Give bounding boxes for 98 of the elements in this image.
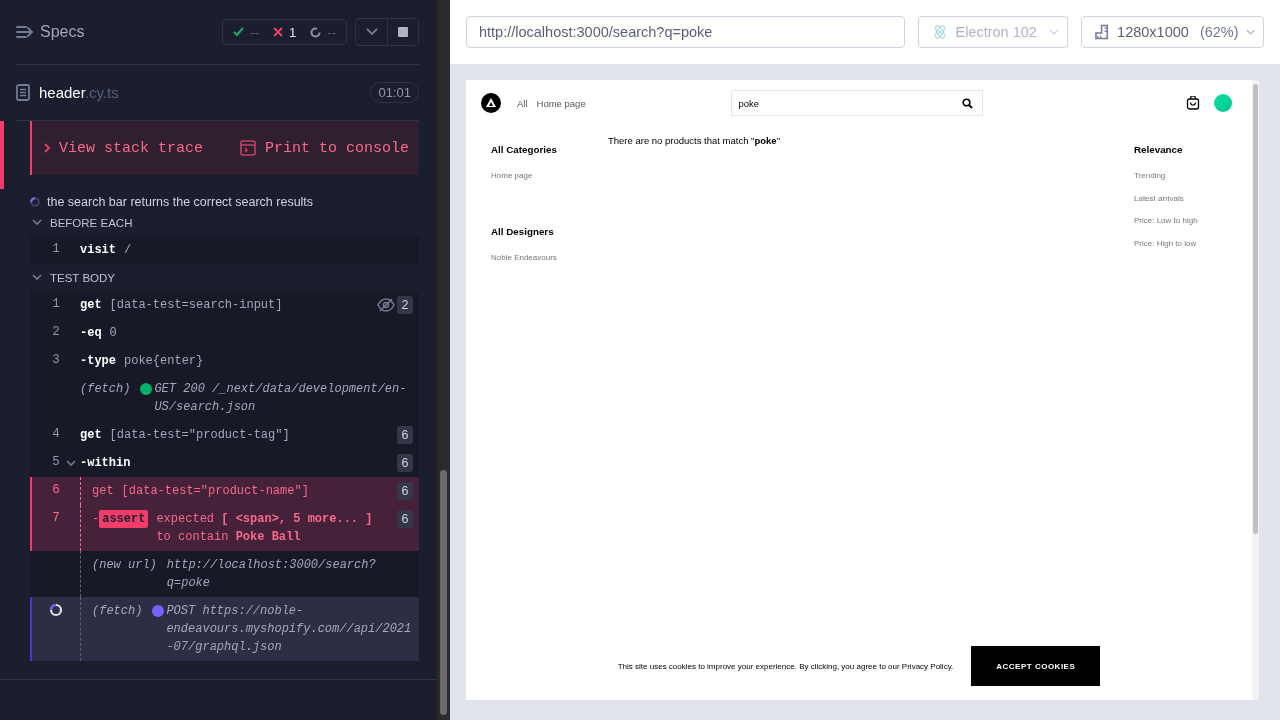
count-badge: 6 <box>397 454 413 472</box>
command-message: poke{enter} <box>124 353 205 370</box>
command-row[interactable]: 2 -eq 0 <box>30 319 419 347</box>
cookie-notice: This site uses cookies to improve your experience. By clicking, you agree to our Privacy Policy. <box>617 661 954 671</box>
command-message: [data-test="product-tag"] <box>109 427 291 444</box>
passed-count: -- <box>250 24 260 40</box>
sort-link[interactable]: Latest arrivals <box>1134 193 1252 204</box>
count-badge: 6 <box>397 510 413 528</box>
pending-count: -- <box>327 24 336 40</box>
command-name: visit <box>80 242 116 259</box>
filter-heading: All Categories <box>491 144 558 156</box>
chevron-down-icon <box>365 28 378 36</box>
command-row[interactable]: 5 -within 6 <box>30 449 419 477</box>
spec-file-name: header.cy.ts <box>39 84 119 101</box>
command-message: / <box>124 242 133 259</box>
view-stack-trace-button[interactable]: View stack trace <box>44 139 204 157</box>
hook-header[interactable]: BEFORE EACH <box>30 209 133 236</box>
nav-link[interactable]: All <box>517 97 528 109</box>
accept-cookies-button[interactable]: ACCEPT COOKIES <box>971 646 1101 686</box>
specs-button[interactable]: Specs <box>16 23 85 41</box>
command-prefix: - <box>80 325 88 342</box>
command-message: expected [ <span>, 5 more... ] to contain Poke Ball <box>156 511 374 546</box>
command-name: type <box>87 353 116 370</box>
line-number: 1 <box>52 297 60 311</box>
url-field: http://localhost:3000/search?q=poke <box>466 16 906 48</box>
hook-header[interactable]: TEST BODY <box>30 264 115 291</box>
command-row[interactable]: (fetch) POST https://noble-endeavours.myshopify.com//api/2021-07/graphql.json <box>30 597 419 661</box>
search-icon <box>961 97 973 109</box>
passed-icon <box>233 27 245 37</box>
chevron-down-icon <box>1049 29 1059 35</box>
stop-icon <box>398 27 408 37</box>
command-row[interactable]: (fetch) GET 200 /_next/data/development/en-US/search.json <box>30 375 419 421</box>
command-message: [data-test=search-input] <box>109 297 284 314</box>
filter-heading: All Designers <box>491 226 555 238</box>
viewport-dropdown[interactable]: 1280x1000 (62%) <box>1081 16 1264 48</box>
event-message: POST https://noble-endeavours.myshopify.com//api/2021-07/graphql.json <box>166 603 413 656</box>
command-row[interactable]: 4 get [data-test="product-tag"] 6 <box>30 421 419 449</box>
spinner-icon <box>49 603 63 617</box>
empty-message: There are no products that match "poke" <box>608 134 782 146</box>
viewport-scale: (62%) <box>1199 24 1239 40</box>
event-name: (fetch) <box>92 603 143 620</box>
line-number: 5 <box>52 455 60 469</box>
event-message: GET 200 /_next/data/development/en-US/search.json <box>154 381 408 416</box>
file-icon <box>16 84 30 101</box>
command-row[interactable]: 1 get [data-test=search-input] 2 <box>30 291 419 319</box>
command-row[interactable]: 7 - assert expected [ <span>, 5 more... ] to contain Poke Ball 6 <box>30 505 419 551</box>
bag-icon[interactable] <box>1186 96 1200 110</box>
chevron-down-icon <box>1245 29 1255 35</box>
pending-icon <box>310 26 322 38</box>
event-name: (new url) <box>92 557 157 574</box>
sort-link[interactable]: Price: High to low <box>1134 238 1252 249</box>
command-row[interactable]: 6 get [data-test="product-name"] 6 <box>30 477 419 505</box>
line-number: 4 <box>52 427 60 441</box>
line-number: 3 <box>52 353 60 367</box>
command-message: [data-test="product-name"] <box>121 483 310 500</box>
ruler-icon <box>1095 24 1111 40</box>
avatar[interactable] <box>1214 94 1232 112</box>
line-number: 1 <box>52 242 60 256</box>
scrollbar[interactable] <box>437 0 450 720</box>
command-prefix: - <box>80 455 88 472</box>
filter-link[interactable]: Home page <box>491 171 608 181</box>
command-row[interactable]: 1 visit / <box>30 236 419 264</box>
filter-link[interactable]: Noble Endeavours <box>491 253 608 263</box>
assert-tag: assert <box>99 510 149 528</box>
scrollbar[interactable] <box>1252 80 1259 700</box>
failed-count: 1 <box>289 24 297 40</box>
command-name: get <box>92 483 114 500</box>
browser-name: Electron 102 <box>955 24 1037 40</box>
list-icon <box>16 25 34 39</box>
count-badge: 2 <box>397 296 413 314</box>
console-icon <box>239 140 256 156</box>
line-number: 7 <box>52 511 60 525</box>
chevron-right-icon <box>44 143 50 153</box>
search-field[interactable]: poke <box>730 90 983 116</box>
failed-icon <box>273 27 284 37</box>
command-name: within <box>87 455 131 472</box>
sort-link[interactable]: Price: Low to high <box>1134 216 1252 226</box>
viewport-size: 1280x1000 <box>1117 24 1189 40</box>
line-number: 2 <box>52 325 60 339</box>
test-title[interactable]: the search bar returns the correct search results <box>47 195 314 209</box>
count-badge: 6 <box>397 482 413 500</box>
nav-link[interactable]: Home page <box>536 97 586 109</box>
sort-heading: Relevance <box>1134 144 1184 156</box>
command-prefix: - <box>80 353 88 370</box>
command-message: 0 <box>109 325 118 342</box>
print-to-console-button[interactable]: Print to console <box>239 139 409 157</box>
event-message: http://localhost:3000/search?q=poke <box>166 557 377 592</box>
sort-link[interactable]: Trending <box>1134 171 1252 181</box>
command-name: get <box>80 427 102 444</box>
command-row[interactable]: 3 -type poke{enter} <box>30 347 419 375</box>
logo-icon[interactable] <box>481 93 501 113</box>
command-prefix: - <box>92 511 100 528</box>
error-bar <box>0 121 4 189</box>
line-number: 6 <box>52 483 60 497</box>
event-name: (fetch) <box>80 381 131 398</box>
count-badge: 6 <box>397 426 413 444</box>
command-name: get <box>80 297 102 314</box>
command-name: eq <box>87 325 102 342</box>
